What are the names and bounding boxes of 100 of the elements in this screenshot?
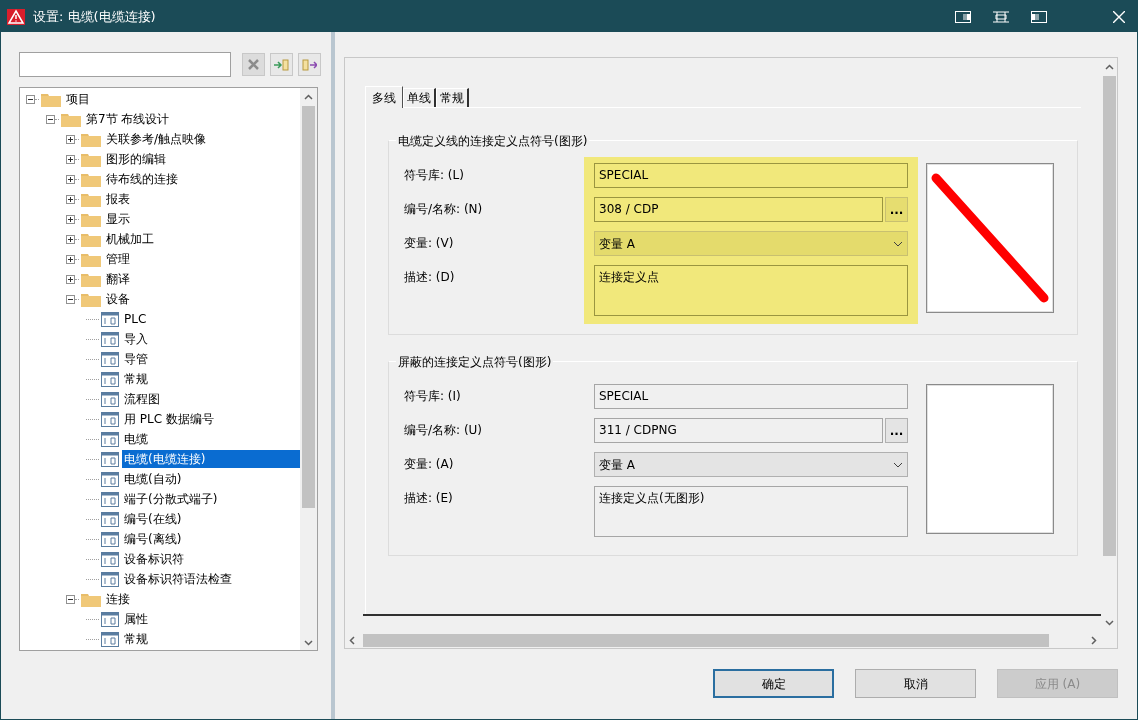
settings-page-icon [101,331,119,347]
scrollbar-thumb[interactable] [363,633,1049,647]
tree-item[interactable]: 关联参考/触点映像 [104,130,209,148]
tree-item[interactable]: 设备 [104,290,132,308]
text-field[interactable]: SPECIAL [594,384,908,409]
dropdown[interactable]: 变量 A [594,452,908,477]
tab[interactable]: 常规 [436,88,469,107]
field-label: 描述: (D) [404,269,456,286]
browse-button[interactable]: ... [885,418,908,443]
tree-item[interactable]: 连接 [104,590,132,608]
tree-item[interactable]: PLC [122,310,149,328]
tree-item[interactable]: 导管 [122,350,150,368]
text-area[interactable]: 连接定义点(无图形) [594,486,908,537]
folder-icon [61,111,81,127]
tree-item[interactable]: 电缆(自动) [122,470,184,488]
tree-item[interactable]: 机械加工 [104,230,156,248]
export-button[interactable] [298,53,321,76]
window-layout-icon[interactable] [993,10,1009,23]
diagonal-line-symbol-icon [930,172,1050,304]
scroll-down-icon[interactable] [1104,620,1114,626]
scroll-left-icon[interactable] [349,635,355,645]
scrollbar-thumb[interactable] [1102,76,1116,556]
settings-page-icon [101,451,119,467]
tree-item[interactable]: 项目 [64,90,92,108]
text-field[interactable]: 311 / CDPNG [594,418,883,443]
tree-item[interactable]: 常规 [122,630,150,648]
tree-item[interactable]: 设备标识符 [122,550,186,568]
expand-icon[interactable] [66,214,75,224]
tree-item[interactable]: 设备标识符语法检查 [122,570,234,588]
field-label: 变量: (A) [404,456,455,473]
text-field[interactable]: 308 / CDP [594,197,883,222]
settings-page-icon [101,471,119,487]
scrollbar-thumb[interactable] [302,106,315,508]
tree-item[interactable]: 编号(在线) [122,510,184,528]
tree-item[interactable]: 流程图 [122,390,162,408]
expand-icon[interactable] [66,134,75,144]
folder-icon [41,91,61,107]
browse-button[interactable]: ... [885,197,908,222]
tree-item[interactable]: 常规 [122,370,150,388]
group-title: 屏蔽的连接定义点符号(图形) [396,353,554,371]
scroll-right-icon[interactable] [1091,635,1097,645]
close-icon[interactable] [1113,10,1125,23]
folder-icon [81,211,101,227]
dialog-button[interactable]: 确定 [713,669,834,698]
group-title: 电缆定义线的连接定义点符号(图形) [396,132,590,150]
folder-icon [81,251,101,267]
collapse-icon[interactable] [46,114,55,124]
tree-item[interactable]: 报表 [104,190,132,208]
folder-icon [81,231,101,247]
scroll-down-icon[interactable] [304,640,313,646]
field-label: 描述: (E) [404,490,454,507]
dialog-button[interactable]: 取消 [855,669,976,698]
collapse-icon[interactable] [26,94,35,104]
settings-page-icon [101,411,119,427]
tab[interactable]: 单线 [403,88,436,107]
tree-item[interactable]: 图形的编辑 [104,150,168,168]
tab[interactable]: 多线 [365,86,403,108]
window-layout-icon[interactable] [955,10,971,23]
settings-page-icon [101,511,119,527]
settings-page-icon [101,431,119,447]
field-label: 编号/名称: (N) [404,201,484,218]
tree-item[interactable]: 编号(离线) [122,530,184,548]
folder-icon [81,171,101,187]
folder-icon [81,151,101,167]
folder-icon [81,271,101,287]
tree-item[interactable]: 第7节 布线设计 [84,110,172,128]
folder-icon [81,291,101,307]
tree-item[interactable]: 电缆(电缆连接) [122,450,300,468]
collapse-icon[interactable] [66,294,75,304]
tree-item[interactable]: 端子(分散式端子) [122,490,220,508]
expand-icon[interactable] [66,234,75,244]
chevron-down-icon [893,240,903,247]
tree-item[interactable]: 属性 [122,610,150,628]
settings-page-icon [101,351,119,367]
settings-page-icon [101,311,119,327]
tree-item[interactable]: 待布线的连接 [104,170,180,188]
tree-item[interactable]: 翻译 [104,270,132,288]
field-label: 符号库: (L) [404,167,465,184]
search-field[interactable] [19,52,231,77]
tree-item[interactable]: 电缆 [122,430,150,448]
expand-icon[interactable] [66,274,75,284]
tree-item[interactable]: 导入 [122,330,150,348]
tree-item[interactable]: 管理 [104,250,132,268]
scroll-up-icon[interactable] [304,94,313,100]
expand-icon[interactable] [66,174,75,184]
tree-item[interactable]: 用 PLC 数据编号 [122,410,216,428]
collapse-icon[interactable] [66,594,75,604]
arrow-into-column-icon [274,58,289,71]
vertical-scrollbar[interactable] [300,88,317,650]
expand-icon[interactable] [66,194,75,204]
expand-icon[interactable] [66,254,75,264]
window-layout-icon[interactable] [1031,10,1047,23]
settings-page-icon [101,531,119,547]
tree-item[interactable]: 显示 [104,210,132,228]
expand-icon[interactable] [66,154,75,164]
text-field[interactable]: SPECIAL [594,163,908,188]
dropdown[interactable]: 变量 A [594,231,908,256]
chevron-down-icon [893,461,903,468]
text-area[interactable]: 连接定义点 [594,265,908,316]
scroll-up-icon[interactable] [1104,64,1114,70]
